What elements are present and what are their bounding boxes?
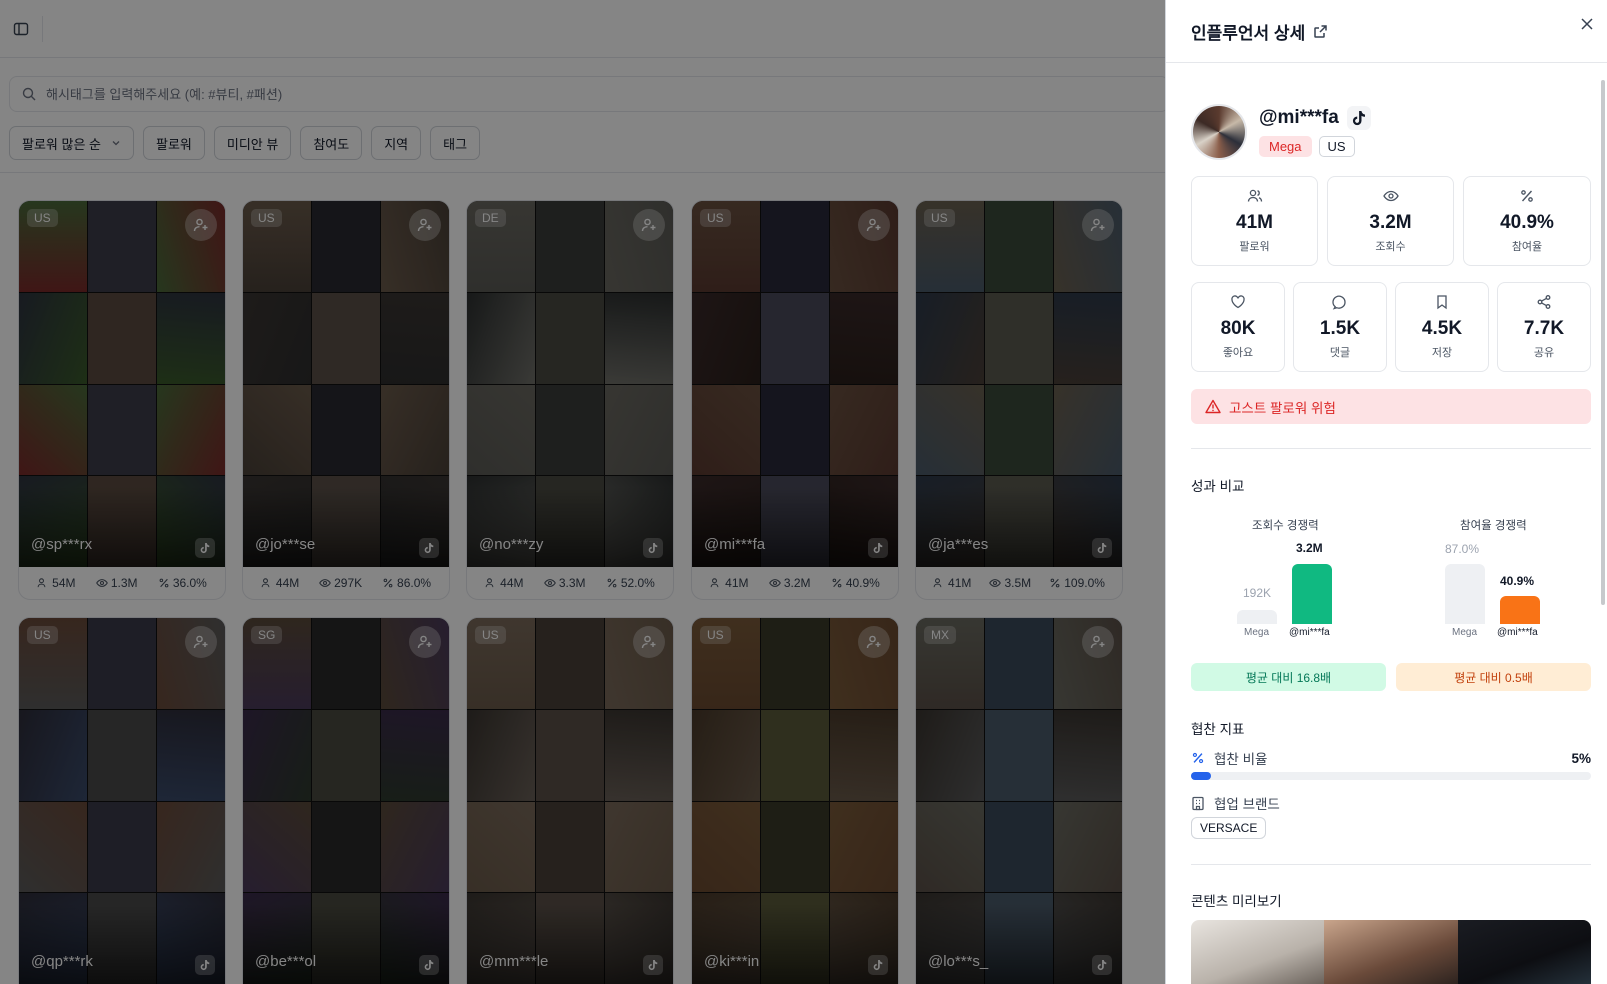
brand-chip[interactable]: VERSACE: [1191, 817, 1267, 839]
engagement-compare-title: 참여율 경쟁력: [1460, 520, 1527, 532]
modal-backdrop[interactable]: [0, 0, 1165, 984]
engagement-avg-label: 87.0%: [1445, 542, 1480, 556]
stat-label: 공유: [1533, 347, 1555, 359]
stat-comments: 1.5K 댓글: [1293, 282, 1387, 372]
share-icon: [1498, 294, 1590, 312]
views-avg-bar: [1237, 610, 1277, 624]
sponsor-ratio-label: 협찬 비율: [1214, 752, 1268, 767]
close-icon[interactable]: [1577, 14, 1597, 34]
preview-title: 콘텐츠 미리보기: [1191, 894, 1282, 909]
engagement-avg-bar: [1445, 564, 1485, 624]
sponsor-title: 협찬 지표: [1191, 722, 1245, 737]
engagement-ratio-pill: 평균 대비 0.5배: [1396, 663, 1591, 691]
views-me-x-label: @mi***fa: [1289, 627, 1330, 638]
content-preview-strip[interactable]: [1191, 920, 1591, 984]
engagement-me-bar: [1500, 596, 1540, 624]
stat-value: 80K: [1220, 318, 1256, 339]
stat-value: 3.2M: [1369, 212, 1412, 233]
heart-icon: [1192, 294, 1284, 312]
drawer-scrollbar[interactable]: [1601, 80, 1605, 605]
sponsor-ratio-fill: [1191, 772, 1211, 780]
content-preview-thumb[interactable]: [1324, 920, 1458, 984]
views-compare-title: 조회수 경쟁력: [1252, 520, 1319, 532]
drawer-title: 인플루언서 상세: [1191, 23, 1306, 43]
ghost-follower-alert: 고스트 팔로워 위험: [1191, 389, 1591, 424]
building-icon: [1192, 796, 1204, 810]
stat-likes: 80K 좋아요: [1191, 282, 1285, 372]
views-avg-label: 192K: [1243, 586, 1272, 600]
views-avg-x-label: Mega: [1244, 627, 1270, 638]
stat-label: 좋아요: [1222, 347, 1254, 359]
section-divider: [1191, 864, 1591, 865]
warning-icon: [1205, 399, 1221, 414]
engagement-me-label: 40.9%: [1500, 574, 1535, 588]
stat-value: 7.7K: [1523, 318, 1565, 339]
bookmark-icon: [1396, 294, 1488, 312]
eye-icon: [1328, 188, 1453, 206]
comment-icon: [1294, 294, 1386, 312]
users-icon: [1192, 188, 1317, 206]
stat-label: 댓글: [1329, 347, 1351, 359]
stat-value: 4.5K: [1421, 318, 1463, 339]
stat-label: 팔로워: [1239, 241, 1270, 253]
stat-views: 3.2M 조회수: [1327, 176, 1454, 266]
external-link-icon[interactable]: [1313, 24, 1328, 39]
sponsor-ratio-row: 협찬 비율 5%: [1191, 748, 1591, 768]
drawer-header: 인플루언서 상세: [1166, 0, 1607, 63]
views-ratio-pill: 평균 대비 16.8배: [1191, 663, 1386, 691]
tier-badge: Mega: [1259, 136, 1312, 157]
performance-title: 성과 비교: [1191, 479, 1245, 494]
content-preview-thumb[interactable]: [1457, 920, 1591, 984]
stat-followers: 41M 팔로워: [1191, 176, 1318, 266]
brand-label: 협업 브랜드: [1214, 797, 1280, 812]
stat-engagement: 40.9% 참여율: [1463, 176, 1591, 266]
content-preview-thumb[interactable]: [1191, 920, 1325, 984]
stat-saves: 4.5K 저장: [1395, 282, 1489, 372]
stat-value: 40.9%: [1500, 212, 1554, 233]
sponsor-ratio-value: 5%: [1571, 750, 1591, 766]
stat-label: 참여율: [1511, 241, 1543, 253]
alert-text: 고스트 팔로워 위험: [1229, 400, 1336, 416]
tiktok-icon[interactable]: [1346, 106, 1371, 130]
views-me-bar: [1292, 564, 1332, 624]
engagement-me-x-label: @mi***fa: [1497, 627, 1538, 638]
brand-row: 협업 브랜드: [1191, 793, 1280, 813]
section-divider: [1191, 448, 1591, 449]
stat-shares: 7.7K 공유: [1497, 282, 1591, 372]
percent-icon: [1464, 188, 1590, 206]
influencer-detail-drawer: 인플루언서 상세 @mi***fa Mega US 41M 팔로워 3.2M 조…: [1165, 0, 1607, 984]
stat-value: 41M: [1236, 212, 1273, 233]
profile-handle: @mi***fa: [1259, 107, 1339, 128]
sponsor-ratio-progress: [1191, 772, 1591, 780]
engagement-avg-x-label: Mega: [1452, 627, 1478, 638]
percent-icon: [1192, 752, 1204, 764]
avatar: [1191, 104, 1247, 160]
views-me-label: 3.2M: [1296, 541, 1323, 555]
profile-header: @mi***fa Mega US: [1191, 104, 1371, 160]
stat-value: 1.5K: [1319, 318, 1361, 339]
country-badge: US: [1318, 136, 1355, 157]
stat-label: 조회수: [1375, 241, 1406, 253]
stat-label: 저장: [1431, 347, 1453, 359]
